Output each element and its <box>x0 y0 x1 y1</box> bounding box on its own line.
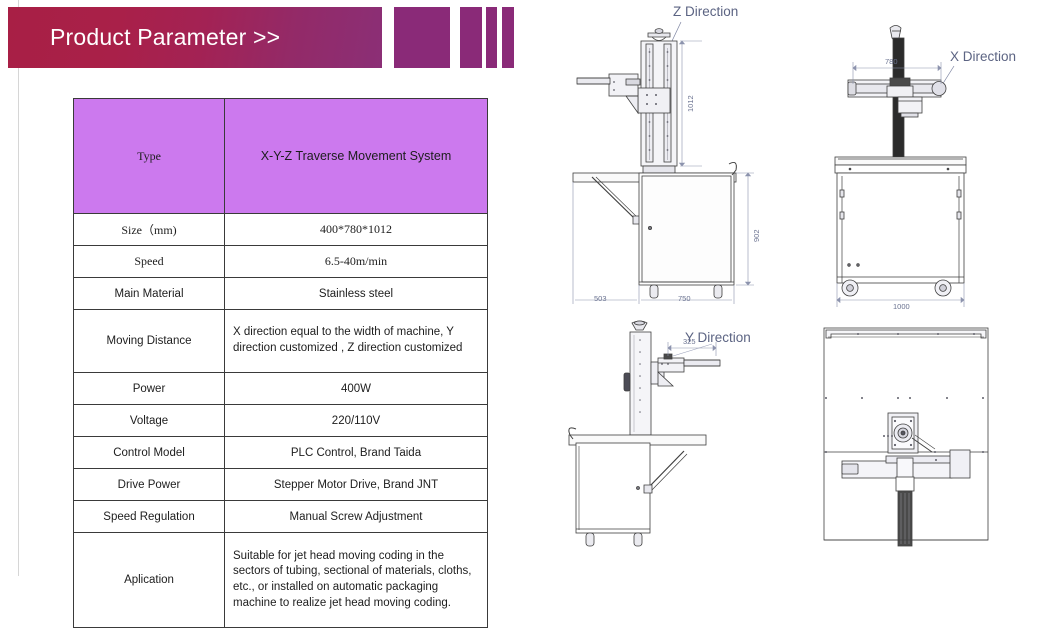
x-dim-width: 1000 <box>893 302 910 311</box>
x-dim-travel: 780 <box>885 57 898 66</box>
x-direction-figure <box>834 25 967 307</box>
top-view-figure <box>823 327 989 547</box>
cell-value-control-model: PLC Control, Brand Taida <box>224 436 488 469</box>
table-row-power: Power 400W <box>73 372 488 405</box>
cell-value-size: 400*780*1012 <box>224 213 488 246</box>
cell-label-speed-regulation: Speed Regulation <box>73 500 225 533</box>
cell-label-application: Aplication <box>73 532 225 628</box>
z-dim-left: 503 <box>594 294 607 303</box>
banner-decor-block-4 <box>502 7 514 68</box>
x-direction-label: X Direction <box>950 49 1017 64</box>
table-row-speed: Speed 6.5-40m/min <box>73 245 488 278</box>
header-banner: Product Parameter >> <box>8 7 518 68</box>
cell-label-speed: Speed <box>73 245 225 278</box>
table-row-moving-distance: Moving Distance X direction equal to the… <box>73 309 488 373</box>
cell-value-speed: 6.5-40m/min <box>224 245 488 278</box>
page-title: Product Parameter >> <box>50 24 281 50</box>
y-direction-figure <box>568 320 721 547</box>
cell-label-control-model: Control Model <box>73 436 225 469</box>
cell-value-voltage: 220/110V <box>224 404 488 437</box>
table-row-type: Type X-Y-Z Traverse Movement System <box>73 98 488 214</box>
y-dim-travel: 325 <box>683 337 696 346</box>
cell-label-power: Power <box>73 372 225 405</box>
cell-value-moving-distance: X direction equal to the width of machin… <box>224 309 488 373</box>
table-row-voltage: Voltage 220/110V <box>73 404 488 437</box>
cell-label-type: Type <box>73 98 225 214</box>
cell-value-speed-regulation: Manual Screw Adjustment <box>224 500 488 533</box>
banner-gradient-bar: Product Parameter >> <box>8 7 382 68</box>
cell-label-moving-distance: Moving Distance <box>73 309 225 373</box>
table-row-drive-power: Drive Power Stepper Motor Drive, Brand J… <box>73 468 488 501</box>
cell-value-application: Suitable for jet head moving coding in t… <box>224 532 488 628</box>
cell-value-power: 400W <box>224 372 488 405</box>
drawing-top-view <box>802 318 1060 576</box>
drawing-z-direction: Z Direction 1012 902 503 750 <box>540 0 805 318</box>
cell-value-drive-power: Stepper Motor Drive, Brand JNT <box>224 468 488 501</box>
drawing-y-direction: Y Direction 325 <box>540 318 805 576</box>
cell-label-main-material: Main Material <box>73 277 225 310</box>
cell-value-main-material: Stainless steel <box>224 277 488 310</box>
table-row-main-material: Main Material Stainless steel <box>73 277 488 310</box>
technical-drawings-panel: Z Direction 1012 902 503 750 X Direction… <box>530 0 1060 576</box>
table-row-size: Size（mm) 400*780*1012 <box>73 213 488 246</box>
banner-decor-block-1 <box>394 7 450 68</box>
table-row-speed-regulation: Speed Regulation Manual Screw Adjustment <box>73 500 488 533</box>
z-direction-figure <box>572 21 754 304</box>
z-direction-label: Z Direction <box>673 4 739 19</box>
cell-label-size: Size（mm) <box>73 213 225 246</box>
table-row-application: Aplication Suitable for jet head moving … <box>73 532 488 628</box>
cell-label-drive-power: Drive Power <box>73 468 225 501</box>
product-parameter-table: Type X-Y-Z Traverse Movement System Size… <box>73 98 488 628</box>
banner-decor-block-3 <box>486 7 497 68</box>
z-dim-height: 1012 <box>686 95 695 112</box>
table-row-control-model: Control Model PLC Control, Brand Taida <box>73 436 488 469</box>
z-dim-width: 750 <box>678 294 691 303</box>
cell-label-voltage: Voltage <box>73 404 225 437</box>
z-dim-cabinet-height: 902 <box>752 229 761 242</box>
page-left-rule <box>18 0 19 576</box>
drawing-x-direction: X Direction 780 1000 <box>802 0 1060 318</box>
cell-value-type: X-Y-Z Traverse Movement System <box>224 98 488 214</box>
banner-decor-block-2 <box>460 7 482 68</box>
